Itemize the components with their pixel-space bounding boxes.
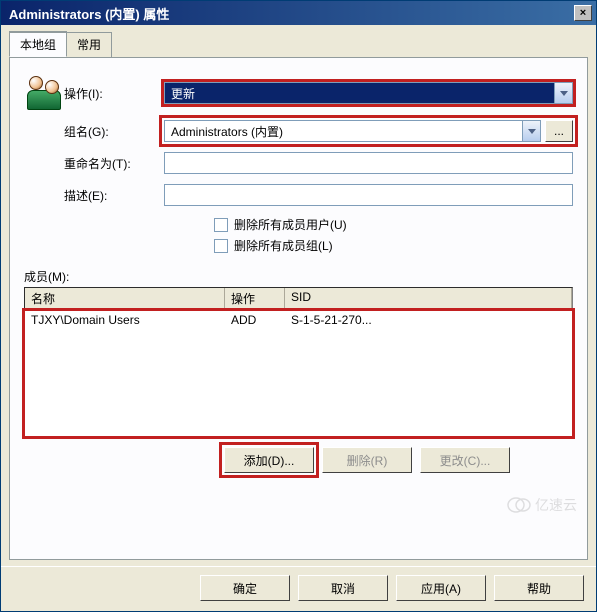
action-row: 操作(I): 更新 [24,76,573,110]
watermark: 亿速云 [507,495,577,515]
tab-local-group[interactable]: 本地组 [9,31,67,57]
titlebar: Administrators (内置) 属性 × [1,1,596,25]
table-row[interactable]: TJXY\Domain Users ADD S-1-5-21-270... [25,311,572,329]
group-name-value: Administrators (内置) [165,121,522,141]
dialog-window: Administrators (内置) 属性 × 本地组 常用 操作(I): 更… [0,0,597,612]
members-listview[interactable]: 名称 操作 SID TJXY\Domain Users ADD S-1-5-21… [24,287,573,437]
group-icon [27,76,61,110]
cell-name: TJXY\Domain Users [25,311,225,329]
delete-users-label: 删除所有成员用户(U) [234,216,347,233]
action-select[interactable]: 更新 [164,82,573,104]
action-label: 操作(I): [64,85,164,102]
listview-body: TJXY\Domain Users ADD S-1-5-21-270... [25,311,572,436]
delete-users-row: 删除所有成员用户(U) [214,216,573,233]
rename-label: 重命名为(T): [64,155,164,172]
remove-button[interactable]: 删除(R) [322,447,412,473]
close-button[interactable]: × [574,5,592,21]
cell-op: ADD [225,311,285,329]
add-button[interactable]: 添加(D)... [224,447,314,473]
rename-input[interactable] [164,152,573,174]
cancel-button[interactable]: 取消 [298,575,388,601]
ok-button[interactable]: 确定 [200,575,290,601]
col-header-name[interactable]: 名称 [25,288,225,310]
description-label: 描述(E): [64,187,164,204]
help-button[interactable]: 帮助 [494,575,584,601]
delete-groups-row: 删除所有成员组(L) [214,237,573,254]
rename-row: 重命名为(T): [24,152,573,174]
tabstrip: 本地组 常用 [9,31,588,57]
apply-button[interactable]: 应用(A) [396,575,486,601]
window-title: Administrators (内置) 属性 [5,4,574,23]
delete-options: 删除所有成员用户(U) 删除所有成员组(L) [24,216,573,254]
col-header-op[interactable]: 操作 [225,288,285,310]
change-button[interactable]: 更改(C)... [420,447,510,473]
col-header-sid[interactable]: SID [285,288,572,310]
delete-users-checkbox[interactable] [214,218,228,232]
chevron-down-icon[interactable] [522,121,540,141]
browse-button[interactable]: ... [545,120,573,142]
group-name-select[interactable]: Administrators (内置) [164,120,541,142]
member-buttons: 添加(D)... 删除(R) 更改(C)... [24,447,573,473]
group-name-label: 组名(G): [64,123,164,140]
delete-groups-label: 删除所有成员组(L) [234,237,333,254]
listview-header: 名称 操作 SID [25,288,572,311]
group-name-row: 组名(G): Administrators (内置) ... [24,120,573,142]
description-input[interactable] [164,184,573,206]
group-icon-cell [24,76,64,110]
action-select-value: 更新 [165,83,554,103]
cell-sid: S-1-5-21-270... [285,311,572,329]
chevron-down-icon[interactable] [554,83,572,103]
tab-panel-local-group: 操作(I): 更新 组名(G): Administrators (内置) ... [9,57,588,560]
tab-common[interactable]: 常用 [66,32,112,58]
description-row: 描述(E): [24,184,573,206]
dialog-buttons: 确定 取消 应用(A) 帮助 [1,566,596,611]
delete-groups-checkbox[interactable] [214,239,228,253]
members-label: 成员(M): [24,268,573,285]
